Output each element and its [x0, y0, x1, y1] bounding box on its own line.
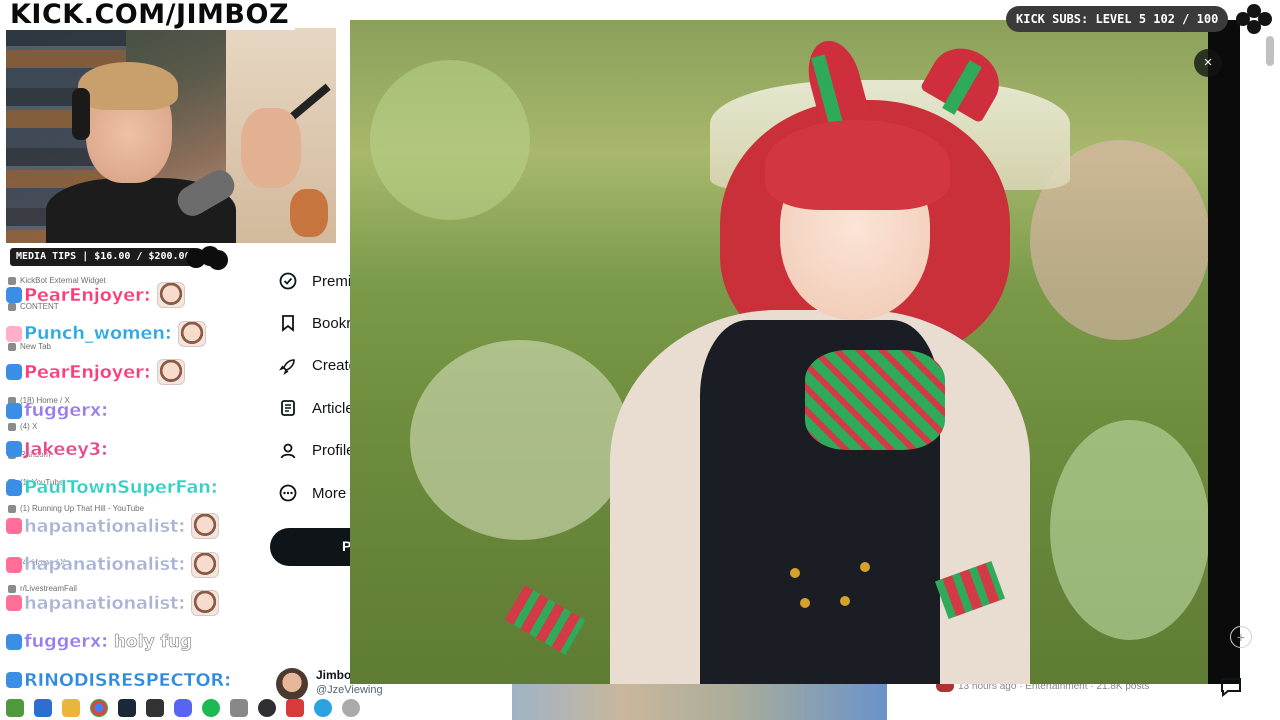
folder-icon[interactable]: [62, 699, 80, 717]
kick-logo-icon: [1236, 4, 1272, 34]
app-icon[interactable]: [286, 699, 304, 717]
misc-icon[interactable]: [342, 699, 360, 717]
account-handle: @JzeViewing: [316, 684, 383, 696]
chat-message-text: holy fug: [113, 631, 193, 652]
pepe-icon[interactable]: [6, 699, 24, 717]
nav-item-profile[interactable]: Profile: [278, 436, 355, 466]
nav-label: More: [312, 484, 347, 502]
plus-icon[interactable]: +: [1230, 626, 1252, 648]
screen: KickBot External Widget CONTENT New Tab (18…: [0, 0, 1280, 720]
chat-message: PaulTownSuperFan:: [6, 473, 218, 503]
nav-item-article[interactable]: Article: [278, 393, 354, 423]
chat-username: Punch_women:: [24, 323, 172, 345]
discord-icon[interactable]: [174, 699, 192, 717]
settings-icon[interactable]: [230, 699, 248, 717]
telegram-icon[interactable]: [314, 699, 332, 717]
chat-badge-icon: [6, 672, 22, 688]
nav-label: Bookr: [312, 314, 352, 332]
cosplay-photo: [350, 20, 1208, 684]
nav-item-bookmark[interactable]: Bookr: [278, 308, 351, 338]
chat-message: RINODISRESPECTOR:: [6, 665, 231, 695]
right-panel: [1240, 30, 1280, 690]
chat-username: RINODISRESPECTOR:: [24, 669, 232, 691]
chat-username: hapanationalist:: [24, 554, 186, 576]
nav-item-premium[interactable]: Premi: [278, 266, 351, 296]
x-side-nav: Premi Bookr Create Article Profile More: [270, 262, 360, 522]
chat-badge-icon: [6, 518, 22, 534]
chat-message: hapanationalist:: [6, 550, 220, 580]
chat-overlay: PearEnjoyer: Punch_women: PearEnjoyer: fugg…: [0, 280, 260, 700]
chat-badge-icon: [6, 595, 22, 611]
chat-badge-icon: [6, 441, 22, 457]
chat-message: fuggerx: holy fug: [6, 627, 193, 657]
rocket-icon: [278, 356, 298, 376]
chat-username: hapanationalist:: [24, 592, 186, 614]
messages-icon[interactable]: [1214, 672, 1248, 702]
chat-emote-icon: [191, 590, 220, 616]
chat-emote-icon: [191, 551, 220, 578]
chat-message: fuggerx:: [6, 396, 108, 426]
chat-badge-icon: [6, 402, 22, 419]
nav-label: Article: [312, 399, 354, 417]
chat-emote-icon: [191, 513, 220, 539]
taskbar: [0, 696, 430, 720]
more-icon: [278, 483, 298, 503]
chat-username: fuggerx:: [24, 631, 109, 653]
steam-icon[interactable]: [118, 699, 136, 717]
chat-badge-icon: [6, 633, 22, 650]
chat-message: Punch_women:: [6, 319, 206, 349]
media-tips-goal: MEDIA TIPS | $16.00 / $200.00: [10, 248, 197, 266]
chat-username: PearEnjoyer:: [24, 361, 151, 383]
channel-url: KICK.COM/JIMBOZ: [4, 0, 296, 30]
chat-badge-icon: [6, 325, 22, 342]
profile-icon: [278, 441, 298, 461]
scrollbar[interactable]: [1266, 36, 1274, 66]
chat-username: hapanationalist:: [24, 515, 186, 537]
chat-badge-icon: [6, 556, 22, 573]
premium-icon: [278, 271, 298, 291]
chat-badge-icon: [6, 364, 22, 380]
chat-message: PearEnjoyer:: [6, 357, 185, 387]
bookmark-icon: [278, 313, 298, 333]
account-name: Jimbo: [316, 668, 352, 682]
chat-badge-icon: [6, 287, 22, 303]
spotify-icon[interactable]: [202, 699, 220, 717]
nav-label: Profile: [312, 442, 355, 460]
chat-badge-icon: [6, 479, 22, 496]
chat-emote-icon: [177, 320, 206, 347]
blob-logo-icon: [186, 244, 228, 270]
obs-icon[interactable]: [258, 699, 276, 717]
chat-username: fuggerx:: [24, 400, 109, 422]
chat-username: Jakeey3:: [24, 438, 109, 460]
webcam-feed: [6, 28, 336, 243]
terminal-icon[interactable]: [146, 699, 164, 717]
chat-message: hapanationalist:: [6, 588, 220, 618]
nav-label: Premi: [312, 272, 352, 290]
chrome-icon[interactable]: [90, 699, 108, 717]
chat-message: hapanationalist:: [6, 511, 220, 541]
chat-emote-icon: [156, 359, 185, 385]
chat-message: PearEnjoyer:: [6, 280, 185, 310]
chat-message: Jakeey3:: [6, 434, 108, 464]
kick-subs-goal: KICK SUBS: LEVEL 5 102 / 100: [1006, 6, 1229, 32]
article-icon: [278, 398, 298, 418]
close-lightbox-button[interactable]: ×: [1194, 49, 1222, 77]
chat-username: PearEnjoyer:: [24, 284, 151, 306]
nav-item-more[interactable]: More: [278, 478, 346, 508]
chat-username: PaulTownSuperFan:: [24, 477, 218, 499]
feed-image-strip: [512, 684, 887, 720]
nav-item-rocket[interactable]: Create: [278, 351, 357, 381]
chat-emote-icon: [156, 282, 185, 308]
windows-icon[interactable]: [34, 699, 52, 717]
